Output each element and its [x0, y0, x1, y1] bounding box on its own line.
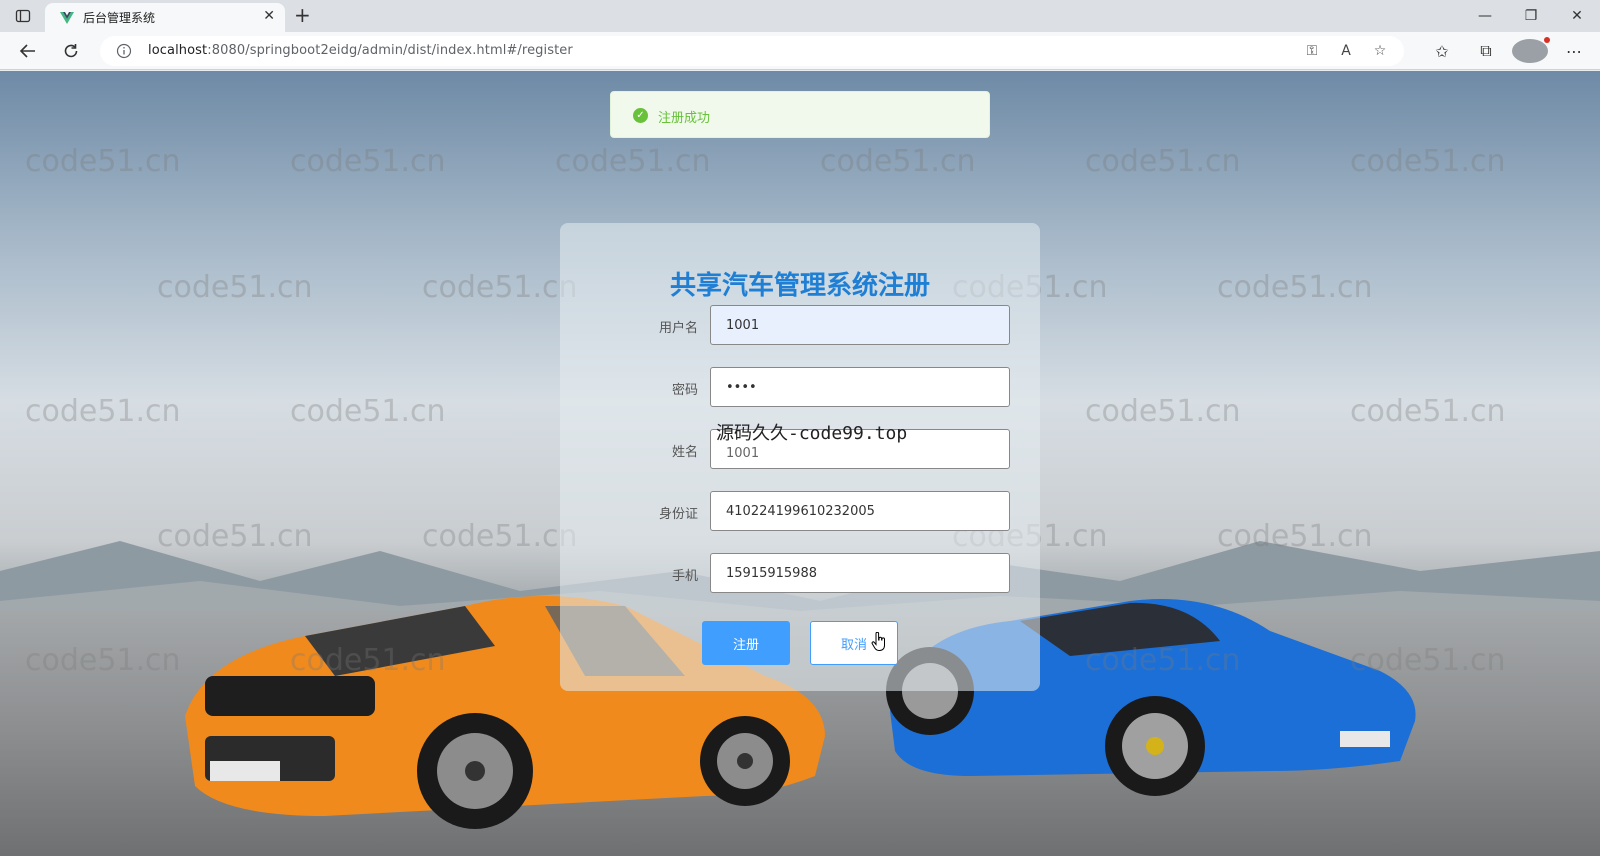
- check-circle-icon: ✓: [633, 108, 648, 123]
- id-card-row: 身份证: [620, 491, 1010, 531]
- minimize-button[interactable]: —: [1462, 0, 1508, 32]
- username-row: 用户名: [620, 305, 1010, 345]
- browser-tab[interactable]: 后台管理系统 ✕: [45, 3, 285, 32]
- watermark: code51.cn: [555, 144, 711, 179]
- watermark: code51.cn: [1085, 394, 1241, 429]
- collections-icon[interactable]: ⧉: [1468, 39, 1504, 63]
- vue-logo-icon: [60, 12, 74, 24]
- url-field[interactable]: localhost:8080/springboot2eidg/admin/dis…: [100, 36, 1404, 66]
- toast-message: 注册成功: [658, 111, 711, 126]
- read-aloud-icon[interactable]: A: [1336, 43, 1356, 59]
- url-host: localhost: [148, 43, 208, 58]
- address-bar-row: localhost:8080/springboot2eidg/admin/dis…: [0, 32, 1600, 70]
- name-label: 姓名: [671, 445, 698, 460]
- watermark: code51.cn: [25, 144, 181, 179]
- watermark: code51.cn: [1085, 144, 1241, 179]
- register-page: code51.cn code51.cn code51.cn code51.cn …: [0, 71, 1600, 856]
- url-text[interactable]: localhost:8080/springboot2eidg/admin/dis…: [148, 43, 573, 58]
- password-label: 密码: [671, 383, 698, 398]
- watermark: code51.cn: [157, 270, 313, 305]
- watermark: code51.cn: [1350, 144, 1506, 179]
- id-card-input[interactable]: [710, 491, 1010, 531]
- hand-cursor-icon: [871, 632, 885, 651]
- add-favorite-icon[interactable]: ☆: [1370, 43, 1390, 59]
- phone-row: 手机: [620, 553, 1010, 593]
- source-watermark: 源码久久-code99.top: [716, 423, 908, 444]
- favorites-icon[interactable]: ✩: [1424, 39, 1460, 63]
- url-path: :8080/springboot2eidg/admin/dist/index.h…: [207, 43, 573, 58]
- register-button[interactable]: 注册: [702, 621, 790, 665]
- username-label: 用户名: [658, 321, 698, 336]
- page-title: 共享汽车管理系统注册: [669, 271, 930, 301]
- avatar: [1512, 37, 1550, 63]
- sidebar-toggle-icon[interactable]: [14, 7, 32, 25]
- phone-label: 手机: [671, 569, 698, 584]
- register-card: 共享汽车管理系统注册 用户名 密码 姓名 身份证 手机: [560, 223, 1040, 691]
- tab-strip: 后台管理系统 ✕ + — ❐ ✕: [0, 0, 1600, 32]
- restore-button[interactable]: ❐: [1508, 0, 1554, 32]
- watermark: code51.cn: [25, 394, 181, 429]
- profile-avatar[interactable]: [1512, 37, 1550, 63]
- username-input[interactable]: [710, 305, 1010, 345]
- watermark: code51.cn: [290, 144, 446, 179]
- success-toast: ✓ 注册成功: [610, 91, 990, 138]
- tab-close-icon[interactable]: ✕: [263, 8, 275, 24]
- id-card-label: 身份证: [658, 507, 698, 522]
- refresh-icon[interactable]: [59, 40, 83, 62]
- tab-title: 后台管理系统: [83, 11, 156, 25]
- key-icon[interactable]: ⚿: [1302, 43, 1322, 59]
- info-icon[interactable]: [116, 43, 132, 59]
- watermark: code51.cn: [422, 270, 578, 305]
- back-arrow-icon[interactable]: [16, 40, 40, 62]
- password-input[interactable]: [710, 367, 1010, 407]
- more-menu-icon[interactable]: ⋯: [1556, 39, 1592, 63]
- watermark: code51.cn: [1217, 270, 1373, 305]
- watermark: code51.cn: [290, 394, 446, 429]
- close-window-button[interactable]: ✕: [1554, 0, 1600, 32]
- password-row: 密码: [620, 367, 1010, 407]
- new-tab-button[interactable]: +: [294, 4, 311, 26]
- watermark: code51.cn: [1350, 394, 1506, 429]
- watermark: code51.cn: [820, 144, 976, 179]
- phone-input[interactable]: [710, 553, 1010, 593]
